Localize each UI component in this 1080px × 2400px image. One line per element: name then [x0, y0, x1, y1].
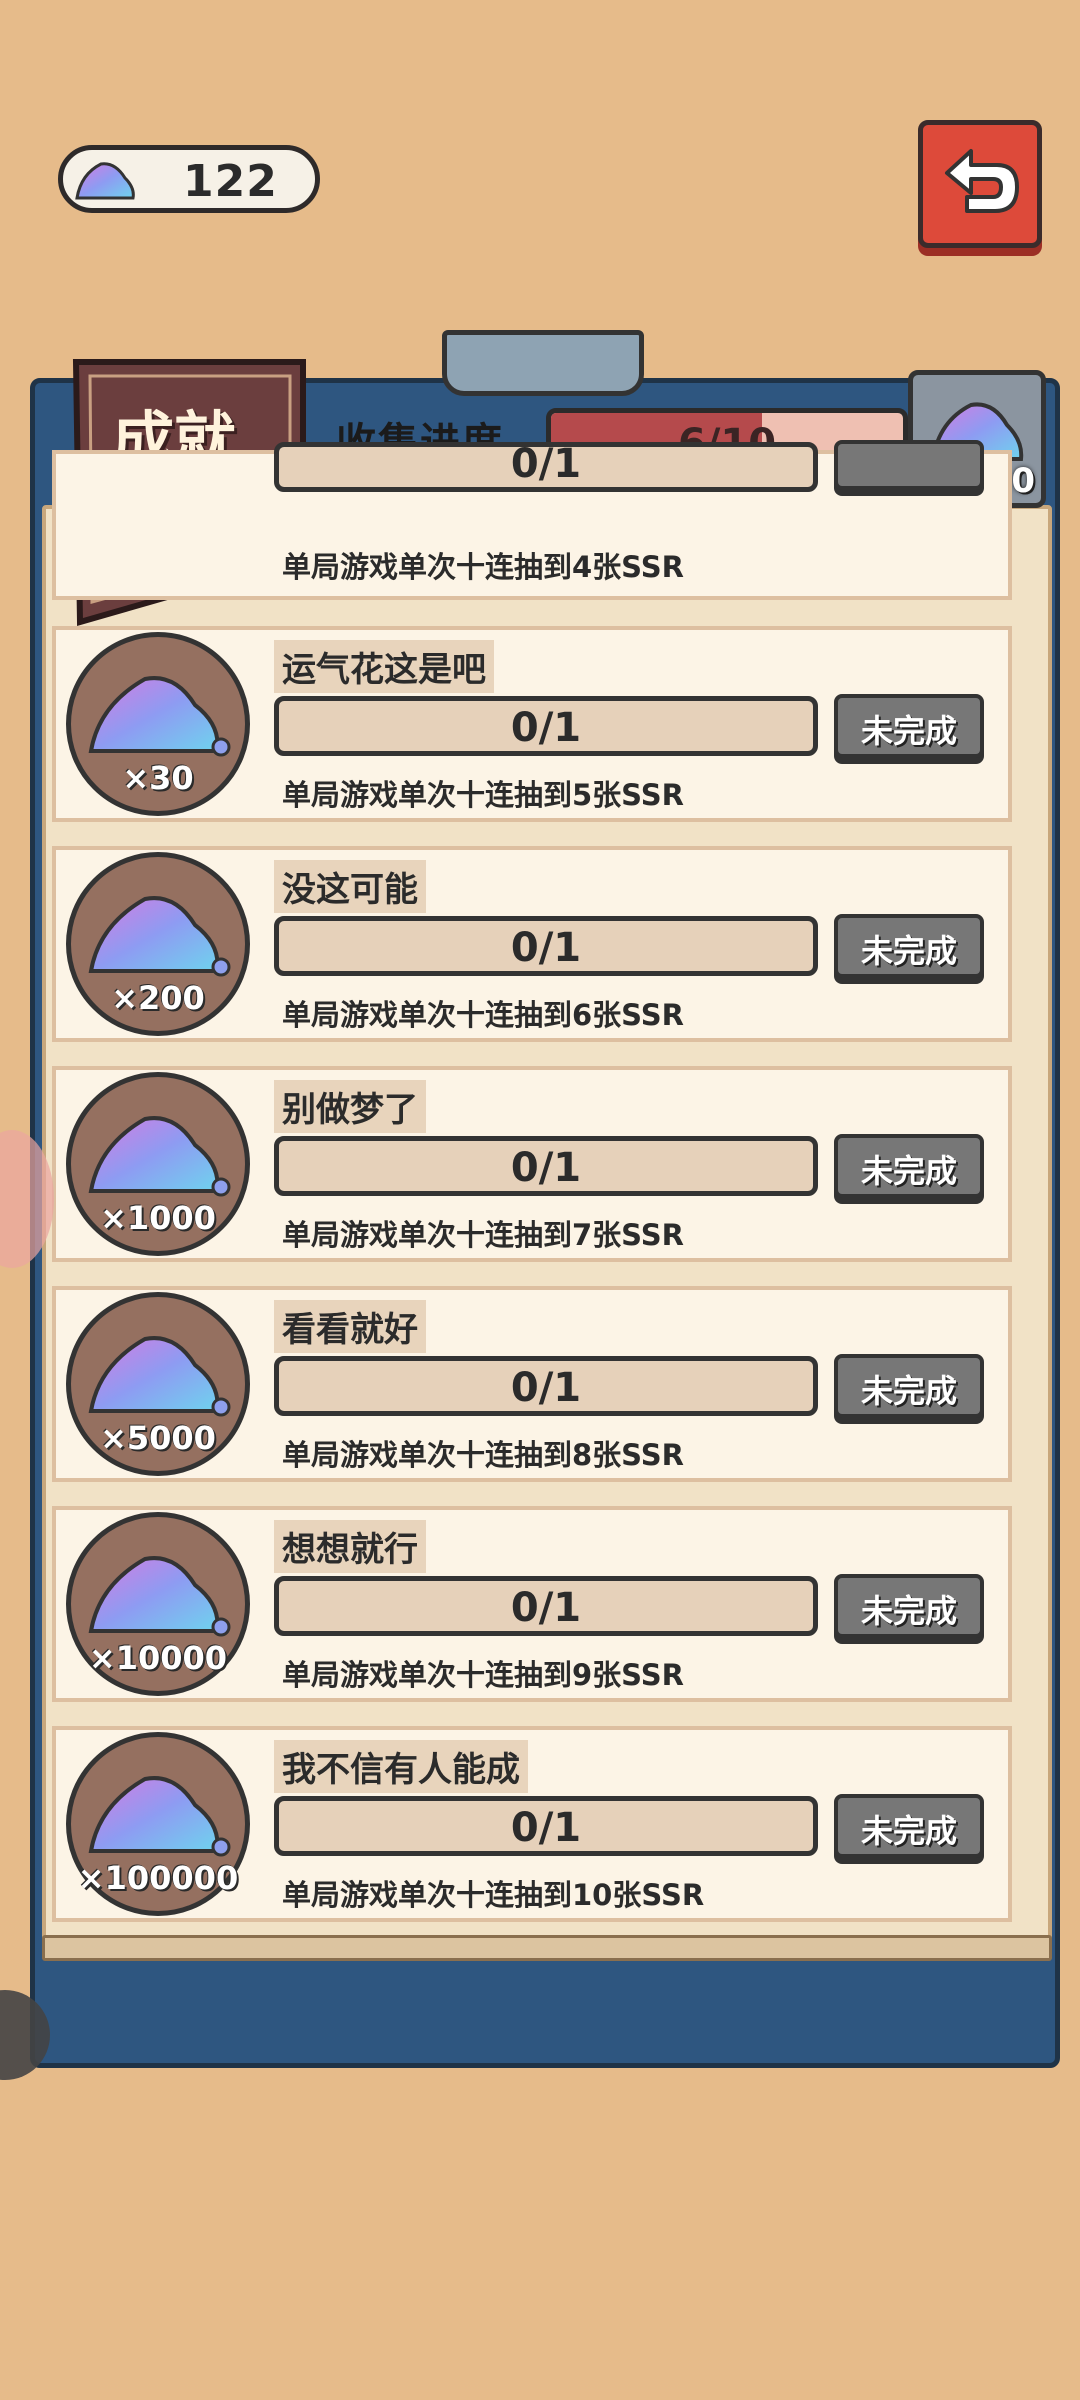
achievement-status-button[interactable]: [834, 440, 984, 490]
return-arrow-icon: [945, 149, 1019, 213]
achievement-row: 0/1 单局游戏单次十连抽到4张SSR: [52, 440, 1012, 600]
reward-coin: ×100000: [66, 1732, 250, 1916]
achievement-status-label: 未完成: [860, 1372, 957, 1410]
achievement-progress-bar: 0/1: [274, 1356, 818, 1416]
reward-amount: ×30: [122, 759, 194, 797]
achievement-title: 想想就行: [274, 1520, 426, 1573]
achievement-row: ×10000 想想就行 0/1 未完成单局游戏单次十连抽到9张SSR: [52, 1506, 1012, 1702]
reward-coin: ×5000: [66, 1292, 250, 1476]
achievement-row: ×1000 别做梦了 0/1 未完成单局游戏单次十连抽到7张SSR: [52, 1066, 1012, 1262]
reward-amount: ×1000: [100, 1199, 216, 1237]
achievement-status-button[interactable]: 未完成: [834, 1134, 984, 1198]
achievement-row: ×30 运气花这是吧 0/1 未完成单局游戏单次十连抽到5张SSR: [52, 626, 1012, 822]
achievement-progress-bar: 0/1: [274, 916, 818, 976]
achievement-desc: 单局游戏单次十连抽到9张SSR: [282, 1658, 684, 1692]
achievement-row: ×200 没这可能 0/1 未完成单局游戏单次十连抽到6张SSR: [52, 846, 1012, 1042]
achievement-progress-text: 0/1: [510, 1365, 582, 1411]
achievement-progress-bar: 0/1: [274, 1576, 818, 1636]
achievement-title: 没这可能: [274, 860, 426, 913]
achievement-status-label: 未完成: [860, 1592, 957, 1630]
achievement-desc: 单局游戏单次十连抽到4张SSR: [282, 550, 684, 584]
crystal-icon: [88, 1116, 231, 1197]
achievement-progress-bar: 0/1: [274, 441, 818, 492]
reward-coin: ×1000: [66, 1072, 250, 1256]
reward-coin: ×200: [66, 852, 250, 1036]
crystal-icon: [88, 676, 231, 757]
achievement-status-label: 未完成: [860, 932, 957, 970]
achievement-progress-text: 0/1: [510, 925, 582, 971]
achievement-progress-bar: 0/1: [274, 696, 818, 756]
reward-coin: ×10000: [66, 1512, 250, 1696]
crystal-icon: [75, 162, 135, 200]
achievement-status-button[interactable]: 未完成: [834, 1354, 984, 1418]
crystal-icon: [88, 1776, 231, 1857]
achievement-progress-text: 0/1: [510, 1585, 582, 1631]
reward-amount: ×200: [111, 979, 205, 1017]
achievement-status-label: 未完成: [860, 1812, 957, 1850]
currency-pill: 122: [58, 145, 320, 213]
achievement-status-label: 未完成: [860, 712, 957, 750]
achievement-title: 我不信有人能成: [274, 1740, 528, 1793]
achievement-row: ×100000 我不信有人能成 0/1 未完成单局游戏单次十连抽到10张SSR: [52, 1726, 1012, 1922]
achievement-row: ×5000 看看就好 0/1 未完成单局游戏单次十连抽到8张SSR: [52, 1286, 1012, 1482]
crystal-icon: [88, 1556, 231, 1637]
achievement-title: 看看就好: [274, 1300, 426, 1353]
achievement-progress-text: 0/1: [510, 1145, 582, 1191]
currency-value: 122: [183, 156, 278, 207]
crystal-icon: [88, 896, 231, 977]
achievement-progress-text: 0/1: [510, 1805, 582, 1851]
achievement-progress-bar: 0/1: [274, 1796, 818, 1856]
achievement-desc: 单局游戏单次十连抽到10张SSR: [282, 1878, 705, 1912]
back-button[interactable]: [918, 120, 1042, 248]
reward-amount: ×10000: [88, 1639, 228, 1677]
achievement-status-button[interactable]: 未完成: [834, 1574, 984, 1638]
achievement-desc: 单局游戏单次十连抽到8张SSR: [282, 1438, 684, 1472]
achievement-status-button[interactable]: 未完成: [834, 914, 984, 978]
achievement-progress-text: 0/1: [510, 441, 582, 487]
achievement-title: 别做梦了: [274, 1080, 426, 1133]
achievement-progress-text: 0/1: [510, 705, 582, 751]
achievement-status-label: 未完成: [860, 1152, 957, 1190]
clipboard-clip: [442, 330, 644, 396]
achievement-progress-bar: 0/1: [274, 1136, 818, 1196]
achievement-status-button[interactable]: 未完成: [834, 694, 984, 758]
achievement-desc: 单局游戏单次十连抽到7张SSR: [282, 1218, 684, 1252]
achievement-title: 运气花这是吧: [274, 640, 494, 693]
reward-coin: ×30: [66, 632, 250, 816]
achievement-desc: 单局游戏单次十连抽到6张SSR: [282, 998, 684, 1032]
reward-amount: ×5000: [100, 1419, 216, 1457]
reward-amount: ×100000: [77, 1859, 239, 1897]
crystal-icon: [88, 1336, 231, 1417]
achievement-desc: 单局游戏单次十连抽到5张SSR: [282, 778, 684, 812]
list-bottom-edge: [42, 1935, 1052, 1961]
achievement-status-button[interactable]: 未完成: [834, 1794, 984, 1858]
